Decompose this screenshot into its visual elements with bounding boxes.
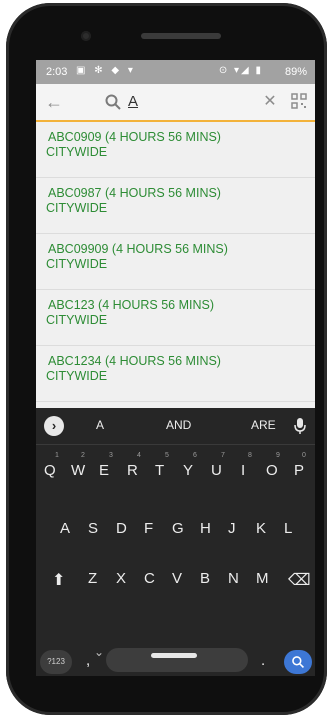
- key-g[interactable]: G: [172, 520, 184, 537]
- key-e[interactable]: E: [99, 462, 109, 479]
- key-hint: 1: [55, 452, 59, 459]
- symbols-key[interactable]: ?123: [40, 650, 72, 674]
- qr-code-icon[interactable]: [290, 92, 308, 110]
- result-location: CITYWIDE: [46, 257, 108, 271]
- microphone-icon[interactable]: [293, 417, 307, 435]
- suggestion-strip: › A AND ARE: [36, 408, 315, 445]
- key-m[interactable]: M: [256, 570, 269, 587]
- key-hint: 3: [109, 452, 113, 459]
- key-j[interactable]: J: [228, 520, 236, 537]
- search-icon: [105, 94, 121, 110]
- key-t[interactable]: T: [155, 462, 164, 479]
- key-h[interactable]: H: [200, 520, 211, 537]
- result-item[interactable]: ABC0987 (4 HOURS 56 MINS) CITYWIDE: [36, 178, 315, 234]
- key-k[interactable]: K: [256, 520, 266, 537]
- result-name: ABC0909 (4 HOURS 56 MINS): [48, 130, 221, 144]
- results-list: ABC0909 (4 HOURS 56 MINS) CITYWIDE ABC09…: [36, 122, 315, 408]
- key-u[interactable]: U: [211, 462, 222, 479]
- screen: 2:03 ▣ ✻ ◆ ▾ ⊙ ▾◢ ▮ 89% ← A ✕ ABC0909 (4…: [36, 60, 315, 676]
- shift-key-icon[interactable]: ⬆: [52, 570, 65, 590]
- key-hint: 8: [248, 452, 252, 459]
- result-name: ABC0987 (4 HOURS 56 MINS): [48, 186, 221, 200]
- key-y[interactable]: Y: [183, 462, 193, 479]
- key-i[interactable]: I: [241, 462, 245, 479]
- key-a[interactable]: A: [60, 520, 70, 537]
- signal-wifi-icons: ⊙ ▾◢ ▮: [218, 65, 263, 76]
- notification-icons: ▣ ✻ ◆ ▾: [76, 65, 136, 76]
- key-z[interactable]: Z: [88, 570, 97, 587]
- search-key[interactable]: [284, 650, 312, 674]
- status-time: 2:03: [46, 66, 68, 78]
- key-o[interactable]: O: [266, 462, 278, 479]
- result-item[interactable]: ABC0909 (4 HOURS 56 MINS) CITYWIDE: [36, 122, 315, 178]
- result-name: ABC09909 (4 HOURS 56 MINS): [48, 242, 228, 256]
- phone-frame: 2:03 ▣ ✻ ◆ ▾ ⊙ ▾◢ ▮ 89% ← A ✕ ABC0909 (4…: [6, 3, 327, 715]
- space-bar[interactable]: [106, 648, 248, 672]
- key-s[interactable]: S: [88, 520, 98, 537]
- result-item[interactable]: ABC123 (4 HOURS 56 MINS) CITYWIDE: [36, 290, 315, 346]
- home-indicator[interactable]: [151, 653, 197, 658]
- key-x[interactable]: X: [116, 570, 126, 587]
- result-item[interactable]: ABC09909 (4 HOURS 56 MINS) CITYWIDE: [36, 234, 315, 290]
- key-b[interactable]: B: [200, 570, 210, 587]
- period-key[interactable]: .: [261, 652, 265, 669]
- result-name: ABC1234 (4 HOURS 56 MINS): [48, 354, 221, 368]
- result-location: CITYWIDE: [46, 201, 108, 215]
- result-item[interactable]: ABC1234 (4 HOURS 56 MINS) CITYWIDE: [36, 346, 315, 402]
- search-icon: [292, 656, 304, 668]
- key-hint: 0: [302, 452, 306, 459]
- key-n[interactable]: N: [228, 570, 239, 587]
- key-v[interactable]: V: [172, 570, 182, 587]
- key-hint: 5: [165, 452, 169, 459]
- key-c[interactable]: C: [144, 570, 155, 587]
- suggestion-3[interactable]: ARE: [251, 418, 276, 432]
- on-screen-keyboard: › A AND ARE 1 2 3 4 5 6 7 8 9 0 Q W E R …: [36, 408, 315, 676]
- result-name: ABC123 (4 HOURS 56 MINS): [48, 298, 215, 312]
- backspace-key-icon[interactable]: ⌫: [288, 570, 311, 590]
- chevron-down-icon[interactable]: ⌄: [94, 645, 104, 659]
- comma-key[interactable]: ,: [86, 652, 90, 669]
- key-p[interactable]: P: [294, 462, 304, 479]
- clear-search-icon[interactable]: ✕: [258, 90, 282, 114]
- key-q[interactable]: Q: [44, 462, 56, 479]
- key-hint: 9: [276, 452, 280, 459]
- key-hint: 2: [81, 452, 85, 459]
- search-input[interactable]: A: [128, 93, 138, 110]
- battery-level: 89%: [284, 66, 307, 78]
- front-camera: [81, 31, 91, 41]
- suggestion-1[interactable]: A: [96, 418, 104, 432]
- earpiece-speaker: [141, 33, 221, 39]
- key-f[interactable]: F: [144, 520, 153, 537]
- back-arrow-icon[interactable]: ←: [42, 90, 66, 114]
- key-hint: 6: [193, 452, 197, 459]
- expand-arrow-icon[interactable]: ›: [44, 416, 64, 436]
- result-location: CITYWIDE: [46, 369, 108, 383]
- key-r[interactable]: R: [127, 462, 138, 479]
- key-d[interactable]: D: [116, 520, 127, 537]
- key-hint: 7: [221, 452, 225, 459]
- suggestion-2[interactable]: AND: [166, 418, 191, 432]
- result-location: CITYWIDE: [46, 145, 108, 159]
- search-bar: ← A ✕: [36, 84, 315, 122]
- result-location: CITYWIDE: [46, 313, 108, 327]
- key-hint: 4: [137, 452, 141, 459]
- status-bar: 2:03 ▣ ✻ ◆ ▾ ⊙ ▾◢ ▮ 89%: [36, 60, 315, 84]
- key-w[interactable]: W: [71, 462, 85, 479]
- key-l[interactable]: L: [284, 520, 292, 537]
